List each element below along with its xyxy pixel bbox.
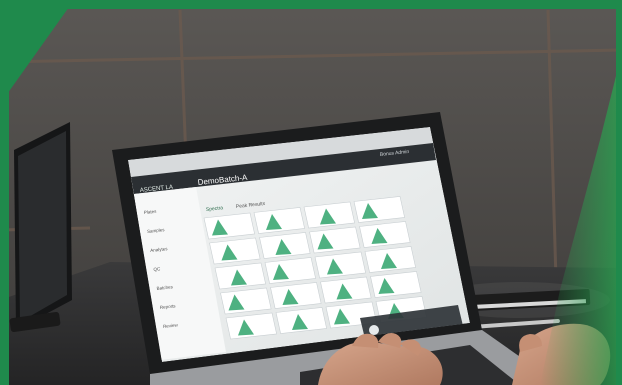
- photo-scene: ASCENT LA DemoBatch-A Bonus Admin Plates…: [0, 0, 622, 385]
- side-monitor-bezel: [18, 131, 67, 322]
- notification-icon: [369, 325, 379, 335]
- sidebar-item-label[interactable]: QC: [153, 266, 161, 272]
- frame-top-border: [0, 0, 622, 9]
- laptop-screen: ASCENT LA DemoBatch-A Bonus Admin Plates…: [128, 127, 470, 362]
- frame-right-edge: [616, 0, 622, 385]
